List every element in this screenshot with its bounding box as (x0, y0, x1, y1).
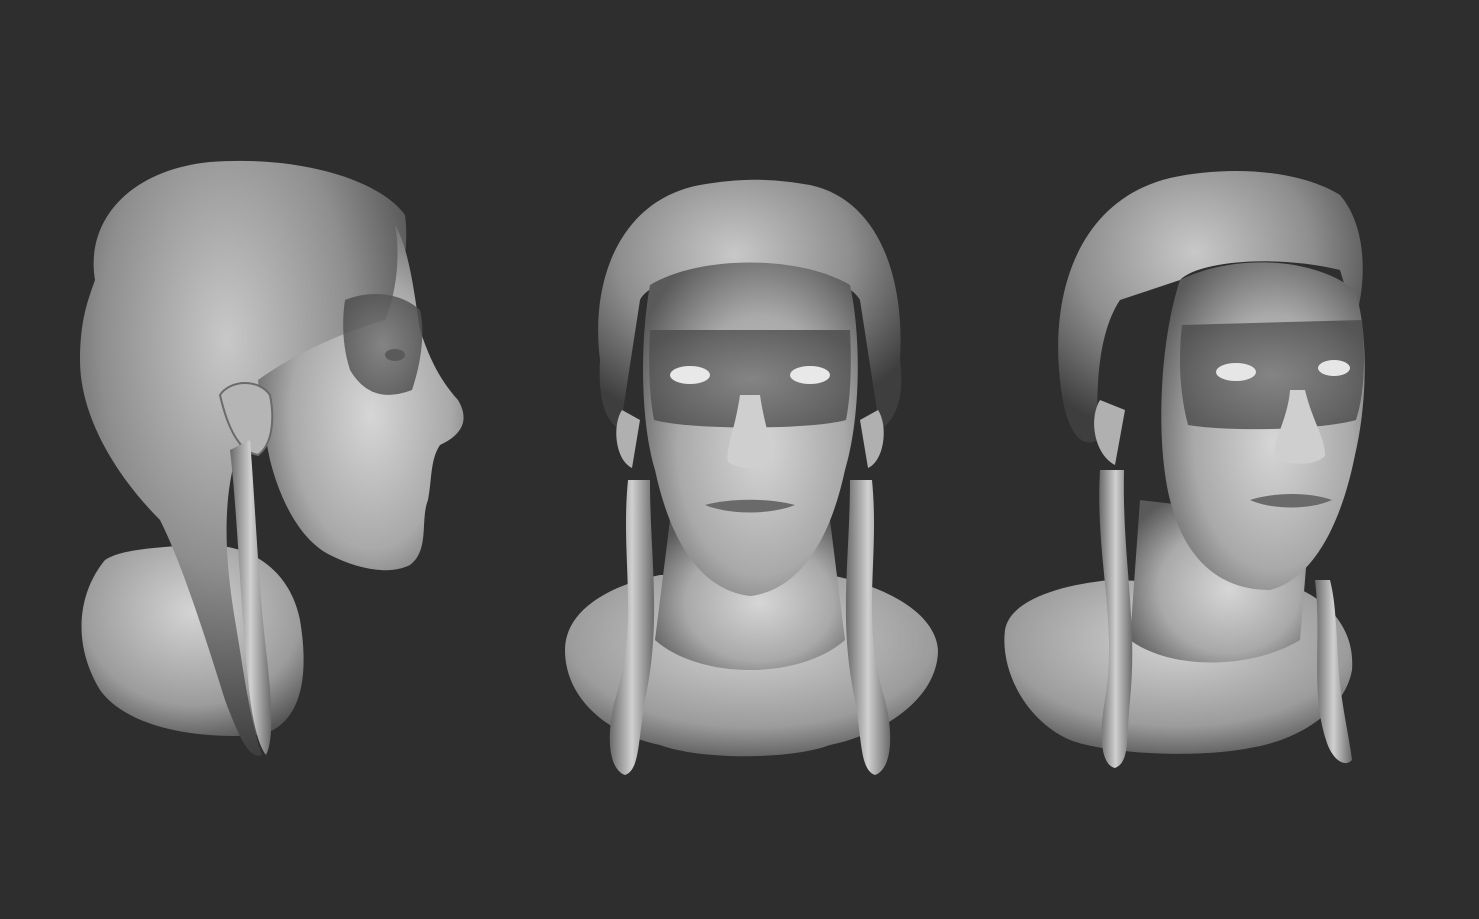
tq-eye-left (1216, 363, 1256, 381)
front-eye-left (670, 366, 710, 384)
tq-ear (1094, 400, 1125, 465)
sculpt-render (80, 160, 1365, 775)
front-ear-left (616, 410, 640, 468)
side-view-head (80, 160, 464, 756)
tq-eye-right (1318, 360, 1350, 376)
three-quarter-view-head (1004, 171, 1365, 768)
front-view-head (565, 179, 938, 775)
viewport-canvas (0, 0, 1479, 919)
front-ear-right (860, 410, 884, 468)
front-eye-right (790, 366, 830, 384)
side-eye (385, 349, 405, 361)
